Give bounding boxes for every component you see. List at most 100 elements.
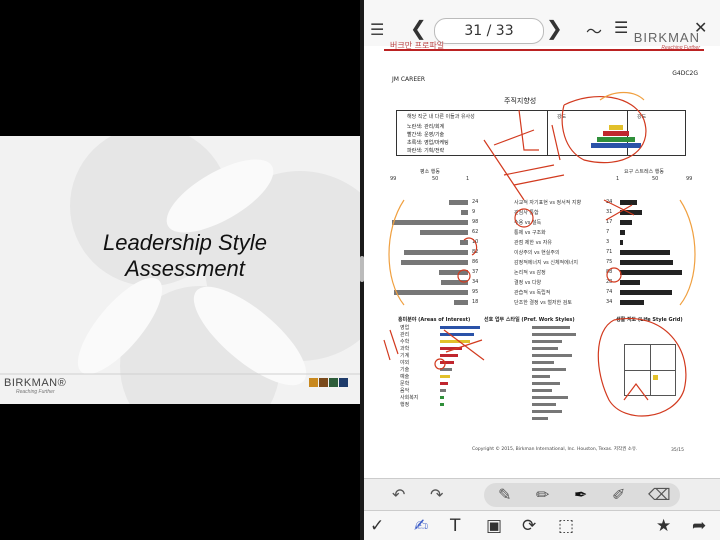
presentation-pane: Leadership Style Assessment BIRKMAN® Rea…	[0, 0, 360, 540]
section-title: 주직지향성	[504, 97, 537, 105]
chevron-left-icon[interactable]: ❮	[410, 16, 427, 40]
right-number: 31	[606, 209, 613, 215]
doc-brand-logo: BIRKMAN Reaching Further	[634, 30, 700, 51]
bar-number: 37	[472, 269, 479, 275]
table-row: 빨간색: 운영/기술	[407, 132, 445, 138]
bar-number: 62	[472, 229, 479, 235]
bar-number: 82	[472, 249, 479, 255]
interest-bar	[440, 396, 444, 399]
table-row: 파란색: 기획/전략	[407, 148, 445, 154]
chevron-right-icon[interactable]: ❯	[546, 16, 563, 40]
annotation-toolbar: ↶ ↷ ✎ ✏ ✒ ✐ ⌫	[364, 478, 720, 511]
done-icon[interactable]: ✓	[370, 516, 384, 536]
component-bars: 24 사교적 자기표현 vs 정서적 지향 24 9 관심사 통합 31 98 수용 vs 설…	[384, 199, 704, 310]
rotate-icon[interactable]: ⟳	[522, 516, 536, 536]
text-icon[interactable]: T	[450, 516, 460, 536]
interest-label: 문학	[400, 381, 410, 387]
pen-icon[interactable]: ✎	[498, 485, 511, 504]
brand-tagline: Reaching Further	[16, 389, 55, 395]
brand-color-swatches	[309, 378, 348, 387]
copyright-text: Copyright © 2015, Birkman International,…	[472, 447, 638, 452]
table-head-left: 해당 직군 내 다른 이들과 유사성	[407, 114, 475, 120]
right-number: 3	[606, 239, 610, 245]
bar-number: 98	[472, 219, 479, 225]
bar-label: 논리적 vs 감정	[514, 270, 546, 276]
bottom-section: 흥미분야 (Areas of Interest) 선호 업무 스타일 (Pref…	[384, 316, 704, 446]
left-bar	[394, 290, 468, 295]
doc-header-title: 버크만 프로파일	[390, 41, 445, 50]
interest-label: 영업	[400, 325, 410, 331]
left-bar	[441, 280, 468, 285]
pyramid-blue	[591, 143, 641, 148]
work-style-bar	[532, 382, 560, 385]
work-style-bar	[532, 361, 554, 364]
right-bar	[620, 280, 640, 285]
interest-bar	[440, 347, 462, 350]
interest-label: 기계	[400, 353, 410, 359]
birkman-logo: BIRKMAN® Reaching Further	[4, 377, 67, 395]
share-icon[interactable]: ➦	[692, 516, 706, 536]
scale-right-1: 1	[616, 176, 620, 182]
bar-label: 단조한 결정 vs 철저한 검토	[514, 300, 572, 306]
favorite-icon[interactable]: ★	[656, 516, 671, 536]
undo-icon[interactable]: ↶	[392, 485, 405, 504]
page-indicator[interactable]: 31 / 33	[434, 18, 544, 44]
interest-bar	[440, 326, 480, 329]
swatch-green	[329, 378, 338, 387]
work-style-bar	[532, 333, 576, 336]
work-style-bar	[532, 417, 548, 420]
interest-bar	[440, 382, 448, 385]
interest-bar	[440, 368, 452, 371]
right-bar	[620, 210, 642, 215]
marker-icon[interactable]: ✏	[536, 485, 549, 504]
bar-number: 86	[472, 259, 479, 265]
left-bar	[392, 220, 468, 225]
slide[interactable]: Leadership Style Assessment BIRKMAN® Rea…	[0, 136, 360, 404]
fountain-pen-icon[interactable]: ✒	[574, 485, 587, 504]
right-bar	[620, 300, 644, 305]
right-number: 28	[606, 279, 613, 285]
pdf-annotator-pane: ☰ ❮ 31 / 33 ❯ 〜 ☰ ✕ 버크만 프로파일 BIRKMAN Rea…	[364, 0, 720, 540]
work-style-bar	[532, 347, 558, 350]
interest-bar	[440, 375, 450, 378]
select-icon[interactable]: ⬚	[558, 516, 574, 536]
scale-left-1: 1	[466, 176, 470, 182]
bar-label: 통제 vs 구조화	[514, 230, 546, 236]
scale-right-50: 50	[652, 176, 659, 182]
bar-label: 수용 vs 설득	[514, 220, 542, 226]
pdf-page[interactable]: 버크만 프로파일 BIRKMAN Reaching Further JM CAR…	[384, 30, 704, 466]
scale-right-99: 99	[686, 176, 693, 182]
left-bar	[420, 230, 468, 235]
interest-bar	[440, 333, 474, 336]
right-bar	[620, 270, 682, 275]
back-icon[interactable]: ☰	[370, 20, 384, 39]
interest-label: 과학	[400, 346, 410, 352]
swatch-blue	[339, 378, 348, 387]
work-style-bar	[532, 403, 556, 406]
interest-bar	[440, 340, 470, 343]
right-bar	[620, 260, 673, 265]
image-icon[interactable]: ▣	[486, 516, 502, 536]
highlighter-icon[interactable]: ✐	[612, 485, 625, 504]
bar-number: 9	[472, 209, 476, 215]
eraser-icon[interactable]: ⌫	[648, 485, 671, 504]
signature-icon[interactable]: 〜	[586, 18, 602, 42]
grid-line-v	[650, 345, 651, 395]
right-bar	[620, 240, 623, 245]
doc-page-number: 35/15	[671, 448, 684, 453]
bar-number: 95	[472, 289, 479, 295]
work-style-title: 선호 업무 스타일 (Pref. Work Styles)	[484, 317, 575, 323]
table-row: 노란색: 관리/회계	[407, 124, 445, 130]
right-number: 24	[606, 199, 613, 205]
career-label: JM CAREER	[392, 76, 426, 83]
table-row: 초록색: 영업/마케팅	[407, 140, 449, 146]
draw-icon[interactable]: ✍	[414, 516, 428, 536]
bar-number: 10	[472, 239, 479, 245]
pyramid-yellow	[609, 125, 623, 130]
redo-icon[interactable]: ↷	[430, 485, 443, 504]
interest-bar	[440, 354, 458, 357]
outline-icon[interactable]: ☰	[614, 18, 628, 37]
bar-number: 18	[472, 299, 479, 305]
table-head-mid: 강도	[557, 114, 567, 120]
report-code: G4DC2G	[672, 70, 698, 77]
